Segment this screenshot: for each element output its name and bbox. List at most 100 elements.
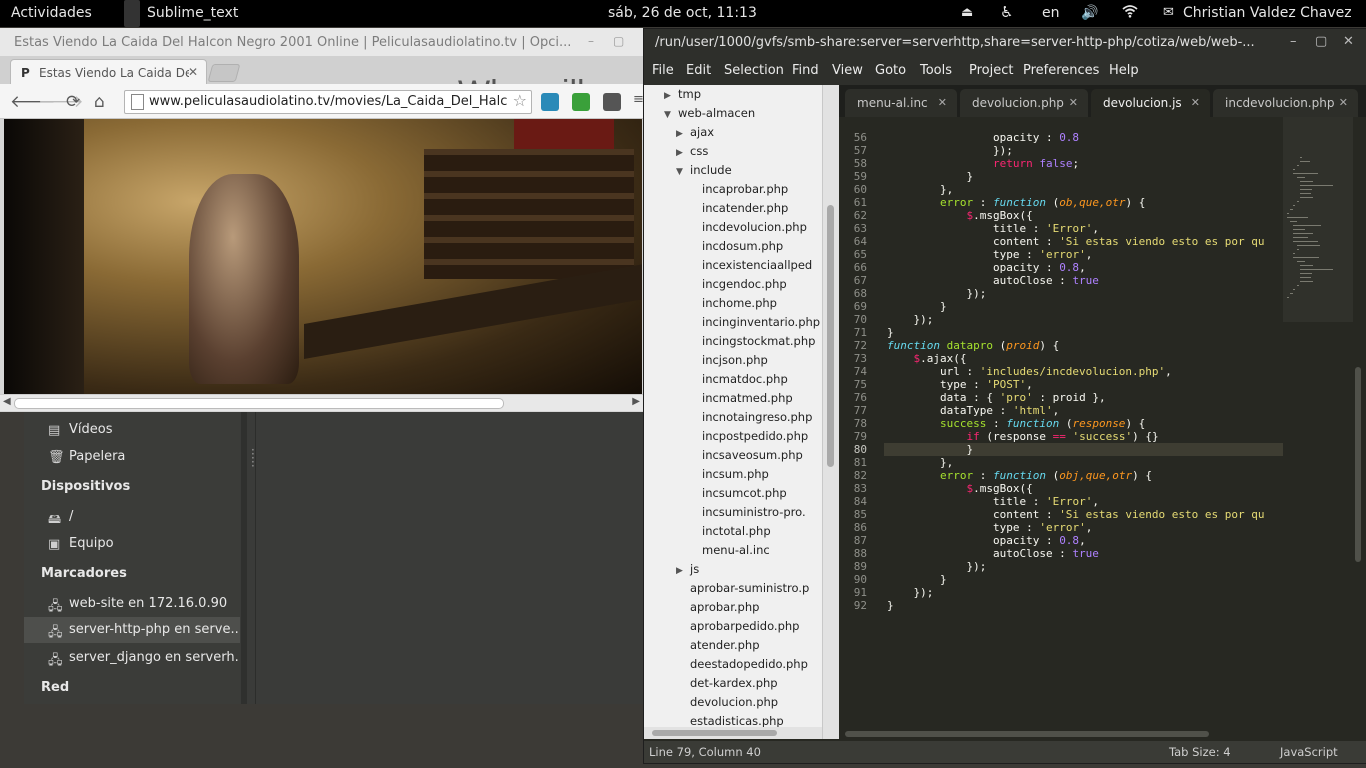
tree-file[interactable]: incinginventario.php: [702, 315, 820, 329]
sidebar-scrollbar[interactable]: [241, 412, 247, 704]
video-player[interactable]: [4, 119, 642, 394]
scrollbar-thumb[interactable]: [652, 730, 777, 736]
sidebar-item-bookmark-selected[interactable]: 🖧 server-http-php en serve...: [24, 617, 240, 643]
chat-status-icon[interactable]: ✉: [1163, 5, 1174, 20]
volume-icon[interactable]: 🔊: [1081, 5, 1098, 21]
menu-goto[interactable]: Goto: [875, 63, 906, 78]
minimize-button[interactable]: –: [1290, 34, 1297, 49]
scroll-left-arrow-icon[interactable]: ◀: [3, 396, 11, 407]
sidebar-item-trash[interactable]: 🗑 Papelera: [48, 444, 238, 470]
tree-file[interactable]: incatender.php: [702, 201, 788, 215]
home-icon[interactable]: ⌂: [94, 92, 105, 112]
editor-tab[interactable]: devolucion.js ✕: [1091, 89, 1210, 117]
tree-folder[interactable]: ▶ ajax: [676, 125, 714, 139]
minimap[interactable]: [1283, 117, 1353, 322]
extension-icon[interactable]: [603, 93, 621, 111]
editor-horizontal-scrollbar[interactable]: [839, 729, 1359, 739]
tree-folder[interactable]: ▼ web-almacen: [664, 106, 755, 120]
tree-file[interactable]: incmatdoc.php: [702, 372, 788, 386]
editor-tab[interactable]: devolucion.php ✕: [960, 89, 1088, 117]
scroll-right-arrow-icon[interactable]: ▶: [632, 396, 640, 407]
disclosure-open-icon[interactable]: ▼: [664, 110, 678, 120]
scrollbar-thumb[interactable]: [1355, 367, 1361, 562]
tree-file[interactable]: det-kardex.php: [690, 676, 778, 690]
file-list-area[interactable]: [255, 412, 645, 704]
tree-file[interactable]: aprobar-suministro.p: [690, 581, 809, 595]
keyboard-layout-indicator[interactable]: en: [1042, 5, 1060, 21]
menu-help[interactable]: Help: [1109, 63, 1139, 78]
editor-vertical-scrollbar[interactable]: [1353, 117, 1363, 737]
sidebar-item-root[interactable]: 🖴 /: [48, 504, 238, 530]
horizontal-scrollbar[interactable]: ◀ ▶: [0, 394, 643, 411]
tree-file[interactable]: devolucion.php: [690, 695, 778, 709]
tree-file[interactable]: incexistenciaallped: [702, 258, 812, 272]
tree-file[interactable]: incpostpedido.php: [702, 429, 808, 443]
sidebar-item-videos[interactable]: ▤ Vídeos: [48, 417, 238, 443]
tree-folder[interactable]: ▶ js: [676, 562, 699, 576]
tree-file[interactable]: incjson.php: [702, 353, 768, 367]
tree-file[interactable]: inctotal.php: [702, 524, 771, 538]
tree-file[interactable]: incsuministro-pro.: [702, 505, 806, 519]
menu-find[interactable]: Find: [792, 63, 819, 78]
app-menu-button[interactable]: Sublime_text: [147, 5, 238, 21]
tree-vertical-scrollbar[interactable]: [822, 85, 839, 739]
menu-tools[interactable]: Tools: [920, 63, 952, 78]
tree-file[interactable]: deestadopedido.php: [690, 657, 808, 671]
menu-file[interactable]: File: [652, 63, 674, 78]
menu-edit[interactable]: Edit: [686, 63, 711, 78]
disclosure-closed-icon[interactable]: ▶: [676, 129, 690, 139]
tree-file[interactable]: incsum.php: [702, 467, 769, 481]
menu-project[interactable]: Project: [969, 63, 1013, 78]
disclosure-closed-icon[interactable]: ▶: [664, 91, 678, 101]
disclosure-closed-icon[interactable]: ▶: [676, 566, 690, 576]
tree-file[interactable]: incgendoc.php: [702, 277, 787, 291]
tab-size-selector[interactable]: Tab Size: 4: [1169, 745, 1231, 759]
minimize-button[interactable]: –: [588, 34, 594, 48]
disclosure-closed-icon[interactable]: ▶: [676, 148, 690, 158]
wifi-icon[interactable]: [1122, 4, 1138, 22]
menu-selection[interactable]: Selection: [724, 63, 784, 78]
tree-file[interactable]: incsumcot.php: [702, 486, 787, 500]
activities-button[interactable]: Actividades: [11, 5, 92, 21]
tree-file[interactable]: incnotaingreso.php: [702, 410, 812, 424]
close-tab-icon[interactable]: ✕: [938, 96, 947, 109]
menu-preferences[interactable]: Preferences: [1023, 63, 1099, 78]
tree-file[interactable]: incsaveosum.php: [702, 448, 803, 462]
editor-tab[interactable]: incdevolucion.php ✕: [1213, 89, 1358, 117]
close-tab-icon[interactable]: ✕: [1191, 96, 1200, 109]
tree-file[interactable]: atender.php: [690, 638, 760, 652]
tree-file[interactable]: incmatmed.php: [702, 391, 793, 405]
editor-tab[interactable]: menu-al.inc ✕: [845, 89, 957, 117]
maximize-button[interactable]: ▢: [613, 34, 624, 48]
extension-icon[interactable]: [541, 93, 559, 111]
tree-folder[interactable]: ▶ tmp: [664, 87, 701, 101]
tree-file[interactable]: aprobar.php: [690, 600, 759, 614]
print-extension-icon[interactable]: [572, 93, 590, 111]
accessibility-icon[interactable]: ♿: [1000, 3, 1013, 21]
tree-file[interactable]: incaprobar.php: [702, 182, 788, 196]
tree-file[interactable]: incdosum.php: [702, 239, 783, 253]
reload-icon[interactable]: ⟳: [66, 92, 80, 112]
scrollbar-thumb[interactable]: [845, 731, 1209, 737]
close-window-button[interactable]: ✕: [1343, 34, 1354, 49]
close-tab-icon[interactable]: ✕: [188, 65, 198, 79]
scrollbar-thumb[interactable]: [827, 205, 834, 467]
tree-file[interactable]: incingstockmat.php: [702, 334, 815, 348]
disclosure-open-icon[interactable]: ▼: [676, 167, 690, 177]
code-editor[interactable]: }); return false; } }, error : function …: [887, 117, 1283, 737]
tree-folder[interactable]: ▶ css: [676, 144, 708, 158]
close-tab-icon[interactable]: ✕: [1069, 96, 1078, 109]
maximize-button[interactable]: ▢: [1315, 34, 1327, 49]
sidebar-item-bookmark[interactable]: 🖧 web-site en 172.16.0.90: [48, 591, 238, 617]
menu-view[interactable]: View: [832, 63, 863, 78]
tree-file[interactable]: menu-al.inc: [702, 543, 770, 557]
bookmark-star-icon[interactable]: ☆: [513, 91, 527, 110]
address-bar[interactable]: www.peliculasaudiolatino.tv/movies/La_Ca…: [124, 90, 532, 114]
tree-file[interactable]: aprobarpedido.php: [690, 619, 799, 633]
browser-tab-active[interactable]: P Estas Viendo La Caida Del Halcon Negro…: [10, 59, 207, 84]
syntax-selector[interactable]: JavaScript: [1280, 745, 1338, 759]
sidebar-item-bookmark[interactable]: 🖧 server_django en serverh...: [48, 645, 238, 671]
scrollbar-thumb[interactable]: [14, 398, 504, 409]
new-tab-button[interactable]: [207, 64, 241, 82]
eject-icon[interactable]: ⏏: [961, 5, 973, 20]
